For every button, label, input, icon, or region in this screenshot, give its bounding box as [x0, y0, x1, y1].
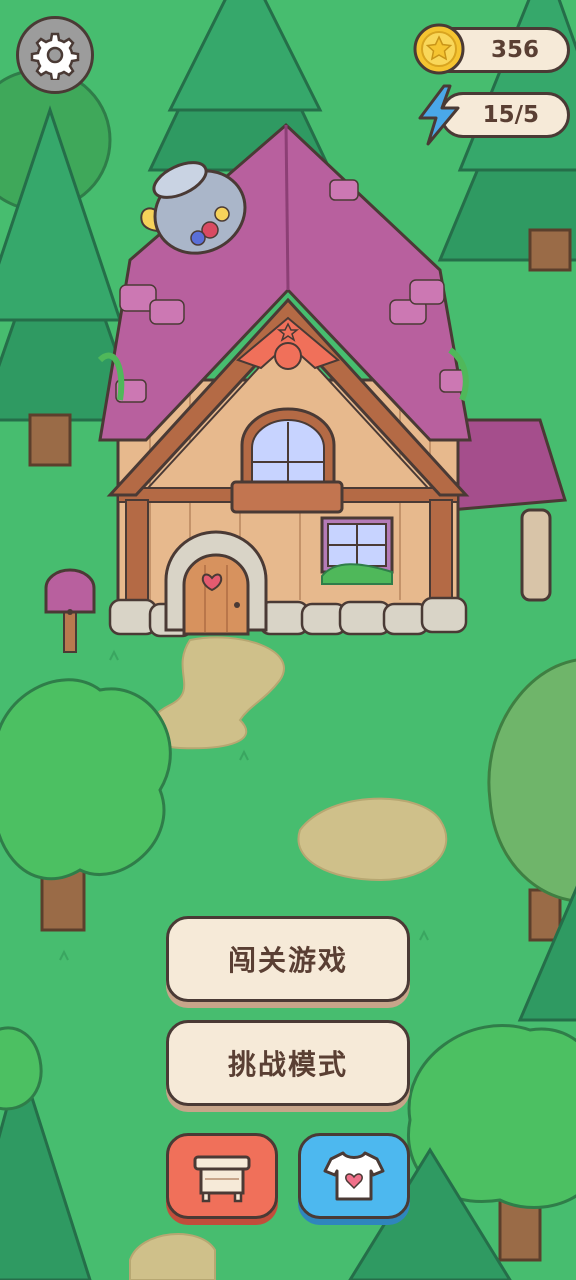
- challenge-mode-button[interactable]: 挑战模式: [166, 1020, 410, 1106]
- energy-count: 15/5: [482, 102, 539, 128]
- tshirt-heart-icon: [323, 1151, 385, 1201]
- settings-button[interactable]: [16, 16, 94, 94]
- cabinet-icon: [193, 1155, 251, 1203]
- gear-icon: [30, 32, 80, 80]
- lightning-icon: [414, 84, 464, 146]
- level-mode-label: 闯关游戏: [227, 944, 348, 977]
- challenge-mode-label: 挑战模式: [227, 1048, 348, 1081]
- coin-count: 356: [490, 37, 539, 63]
- level-mode-button[interactable]: 闯关游戏: [166, 916, 410, 1002]
- coin-star-icon: [412, 22, 466, 76]
- wardrobe-button[interactable]: [298, 1133, 410, 1219]
- furniture-button[interactable]: [166, 1133, 278, 1219]
